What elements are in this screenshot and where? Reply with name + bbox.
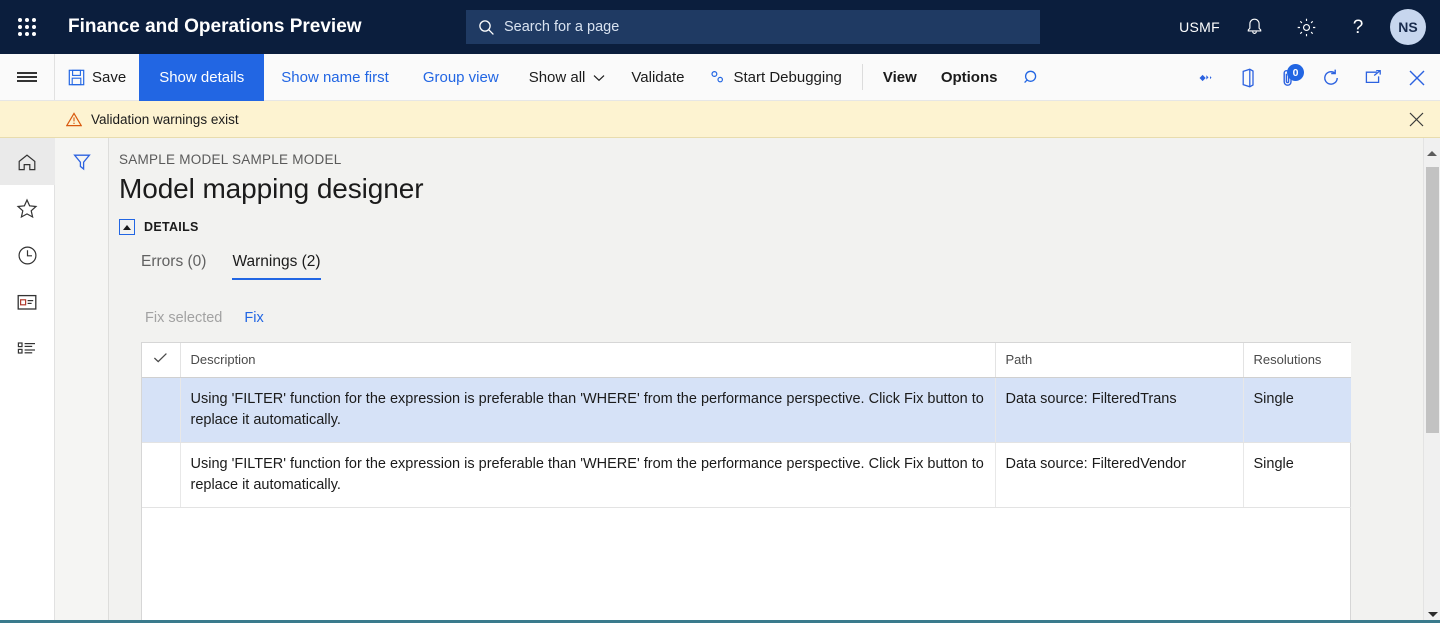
cell-description: Using 'FILTER' function for the expressi…	[180, 377, 996, 444]
global-search-box[interactable]	[466, 10, 1040, 44]
checkmark-icon	[153, 352, 168, 367]
breadcrumb: SAMPLE MODEL SAMPLE MODEL	[119, 152, 342, 167]
details-section-header: DETAILS	[119, 219, 1440, 235]
grid-actions: Fix selected Fix	[145, 310, 1440, 326]
tab-errors[interactable]: Errors (0)	[141, 253, 206, 280]
cell-path: Data source: FilteredVendor	[995, 442, 1244, 509]
column-header-resolutions[interactable]: Resolutions	[1243, 343, 1351, 378]
save-disk-icon	[68, 69, 85, 86]
collapse-caret-icon[interactable]	[119, 219, 135, 235]
close-icon[interactable]	[1394, 54, 1440, 101]
app-launcher-icon[interactable]	[0, 0, 54, 54]
show-name-first-button[interactable]: Show name first	[264, 54, 406, 101]
validation-tabs: Errors (0) Warnings (2)	[141, 253, 1440, 280]
office-app-icon[interactable]	[1226, 54, 1268, 101]
filter-funnel-icon[interactable]	[71, 151, 93, 623]
hamburger-menu-icon[interactable]	[0, 54, 55, 100]
save-label: Save	[92, 69, 127, 86]
select-all-checkbox[interactable]	[142, 343, 181, 378]
toolbar-divider	[861, 64, 863, 90]
fix-button[interactable]: Fix	[244, 310, 263, 326]
cell-description: Using 'FILTER' function for the expressi…	[180, 442, 996, 509]
filter-pane	[55, 138, 109, 623]
modules-list-icon[interactable]	[0, 326, 55, 373]
tab-warnings[interactable]: Warnings (2)	[232, 253, 321, 280]
top-navigation-bar: Finance and Operations Preview USMF ? NS	[0, 0, 1440, 54]
validate-button[interactable]: Validate	[618, 54, 697, 101]
row-checkbox[interactable]	[142, 377, 181, 444]
search-icon	[478, 19, 495, 36]
attachment-count-badge: 0	[1287, 64, 1304, 81]
details-section-label: DETAILS	[144, 220, 199, 234]
navigation-rail	[0, 138, 55, 623]
question-mark-icon[interactable]: ?	[1332, 0, 1384, 54]
message-bar-text: Validation warnings exist	[91, 111, 239, 127]
main-content: SAMPLE MODEL SAMPLE MODEL Model mapping …	[109, 138, 1440, 623]
search-icon	[1023, 69, 1041, 87]
attachment-icon[interactable]: 0	[1268, 54, 1310, 101]
vertical-scrollbar[interactable]	[1423, 138, 1440, 623]
grid-empty-area	[142, 508, 1350, 623]
start-debugging-button[interactable]: Start Debugging	[697, 54, 853, 101]
refresh-icon[interactable]	[1310, 54, 1352, 101]
toolbar-search-button[interactable]	[1009, 54, 1055, 101]
column-header-path[interactable]: Path	[995, 343, 1244, 378]
options-menu-button[interactable]: Options	[929, 54, 1010, 101]
popout-icon[interactable]	[1352, 54, 1394, 101]
scroll-thumb[interactable]	[1426, 167, 1439, 433]
column-header-description[interactable]: Description	[180, 343, 996, 378]
top-right-actions: USMF ? NS	[1171, 0, 1430, 54]
show-all-dropdown[interactable]: Show all	[516, 54, 619, 101]
svg-text:?: ?	[1353, 17, 1364, 38]
page-title: Model mapping designer	[119, 173, 424, 204]
command-bar: Save Show details Show name first Group …	[0, 54, 1440, 101]
save-button[interactable]: Save	[55, 54, 139, 101]
command-bar-right-icons: 0	[1184, 54, 1440, 101]
app-title: Finance and Operations Preview	[68, 16, 362, 37]
debug-gear-icon	[709, 69, 726, 86]
group-view-button[interactable]: Group view	[406, 54, 516, 101]
search-input[interactable]	[504, 19, 1024, 35]
cell-path: Data source: FilteredTrans	[995, 377, 1244, 444]
cell-resolutions: Single	[1243, 442, 1351, 509]
home-icon[interactable]	[0, 138, 55, 185]
warnings-grid: Description Path Resolutions Using 'FILT…	[141, 342, 1351, 623]
show-details-button[interactable]: Show details	[139, 54, 265, 101]
recent-clock-icon[interactable]	[0, 232, 55, 279]
table-header-row: Description Path Resolutions	[142, 343, 1351, 378]
workspaces-icon[interactable]	[0, 279, 55, 326]
view-menu-button[interactable]: View	[871, 54, 929, 101]
share-icon[interactable]	[1184, 54, 1226, 101]
scroll-up-arrow-icon[interactable]	[1424, 145, 1440, 162]
bell-icon[interactable]	[1228, 0, 1280, 54]
company-selector[interactable]: USMF	[1171, 0, 1228, 54]
message-bar: Validation warnings exist	[0, 101, 1440, 138]
row-checkbox[interactable]	[142, 442, 181, 509]
avatar[interactable]: NS	[1390, 9, 1426, 45]
fix-selected-button[interactable]: Fix selected	[145, 310, 222, 326]
chevron-down-icon	[593, 74, 605, 82]
table-row[interactable]: Using 'FILTER' function for the expressi…	[142, 377, 1351, 444]
gear-icon[interactable]	[1280, 0, 1332, 54]
favorites-star-icon[interactable]	[0, 185, 55, 232]
close-icon[interactable]	[1407, 101, 1426, 138]
warning-triangle-icon	[66, 111, 82, 127]
cell-resolutions: Single	[1243, 377, 1351, 444]
page-body: SAMPLE MODEL SAMPLE MODEL Model mapping …	[0, 138, 1440, 623]
table-row[interactable]: Using 'FILTER' function for the expressi…	[142, 442, 1351, 509]
